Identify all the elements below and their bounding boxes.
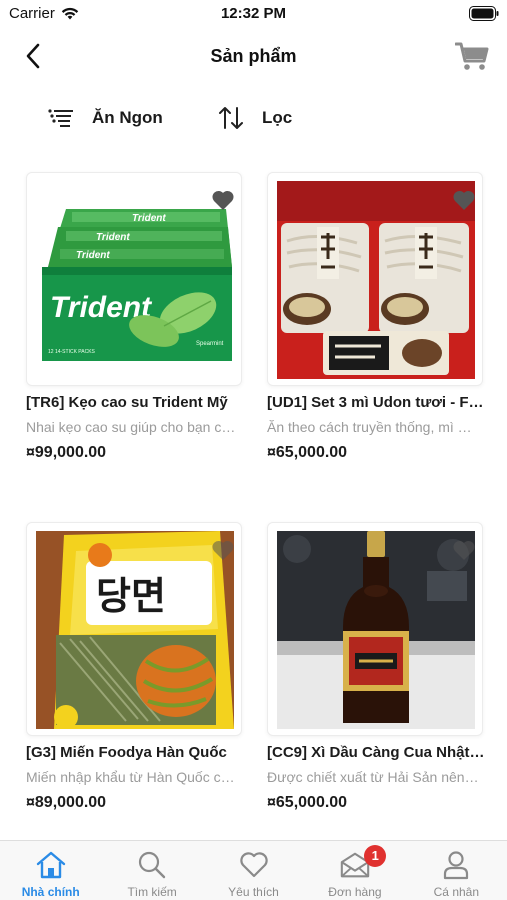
tab-bar: Nhà chính Tìm kiếm Yêu thích 1 Đơn hàng (0, 840, 507, 900)
tab-label: Cá nhân (433, 885, 480, 899)
cart-icon (455, 42, 489, 70)
tab-profile[interactable]: Cá nhân (406, 841, 507, 900)
sort-lines-icon (48, 109, 73, 127)
filter-button[interactable]: Lọc (218, 100, 292, 136)
favorite-heart-icon[interactable] (211, 189, 235, 211)
product-image: Trident Trident Trident Trident Spearmin… (36, 181, 234, 379)
battery-icon (469, 6, 499, 21)
product-name: [G3] Miến Foodya Hàn Quốc (26, 744, 227, 761)
trident-label-low: Trident (76, 250, 110, 261)
favorite-heart-icon[interactable] (452, 539, 476, 561)
tab-favorites[interactable]: Yêu thích (203, 841, 304, 900)
tab-label: Tìm kiếm (127, 885, 177, 899)
product-card[interactable]: Trident Trident Trident Trident Spearmin… (26, 172, 246, 482)
product-description: Miến nhập khẩu từ Hàn Quốc chính hãng (26, 769, 238, 785)
status-bar: Carrier 12:32 PM (0, 0, 507, 30)
sort-label: Ăn Ngon (92, 108, 163, 127)
status-time: 12:32 PM (220, 5, 287, 22)
tab-label: Đơn hàng (328, 885, 382, 899)
gum-flavor-text: Spearmint (196, 341, 224, 347)
product-image: 당면 (36, 531, 234, 729)
trident-label-top: Trident (132, 213, 166, 224)
filter-label: Lọc (262, 108, 293, 127)
product-image-frame (267, 172, 483, 386)
trident-label-mid: Trident (96, 232, 130, 243)
tab-label: Yêu thích (228, 885, 279, 899)
product-description: Được chiết xuất từ Hải Sản nên có vị ngọ… (267, 769, 479, 785)
product-price: ¤99,000.00 (26, 444, 107, 461)
sort-arrows-icon (219, 107, 243, 129)
tab-home[interactable]: Nhà chính (0, 841, 101, 900)
product-image-frame: 당면 (26, 522, 242, 736)
page-title: Sản phẩm (210, 46, 297, 66)
gum-count-text: 12 14-STICK PACKS (48, 349, 96, 355)
product-image-frame (267, 522, 483, 736)
back-button[interactable] (18, 41, 48, 71)
filter-row: Ăn Ngon Lọc (0, 100, 507, 136)
product-description: Ăn theo cách truyền thống, mì udon tươi (267, 419, 479, 435)
product-price: ¤89,000.00 (26, 794, 107, 811)
tab-search[interactable]: Tìm kiếm (101, 841, 202, 900)
favorite-heart-icon[interactable] (452, 189, 476, 211)
product-image (277, 181, 475, 379)
tab-orders[interactable]: 1 Đơn hàng (304, 841, 405, 900)
favorite-heart-icon[interactable] (211, 539, 235, 561)
search-icon (136, 849, 168, 881)
product-name: [TR6] Kẹo cao su Trident Mỹ (26, 394, 228, 411)
product-name: [UD1] Set 3 mì Udon tươi - Fuji (267, 394, 485, 411)
product-card[interactable]: [UD1] Set 3 mì Udon tươi - Fuji Ăn theo … (267, 172, 487, 482)
product-price: ¤65,000.00 (267, 444, 348, 461)
product-card[interactable]: 당면 [G3] Miến Foodya Hàn Quốc Miến nhập k… (26, 522, 246, 832)
product-image-frame: Trident Trident Trident Trident Spearmin… (26, 172, 242, 386)
navigation-bar: Sản phẩm (0, 30, 507, 84)
heart-icon (238, 849, 270, 881)
product-card[interactable]: [CC9] Xì Dầu Càng Cua Nhật Bản Được chiế… (267, 522, 487, 832)
product-price: ¤65,000.00 (267, 794, 348, 811)
chevron-left-icon (26, 43, 40, 69)
home-icon (35, 849, 67, 881)
notification-badge: 1 (364, 845, 387, 867)
cart-button[interactable] (453, 39, 491, 73)
sort-button[interactable]: Ăn Ngon (48, 100, 163, 136)
product-name: [CC9] Xì Dầu Càng Cua Nhật Bản (267, 744, 485, 761)
noodle-brand-text: 당면 (96, 574, 166, 618)
product-image (277, 531, 475, 729)
product-description: Nhai kẹo cao su giúp cho bạn có hơi thở … (26, 419, 238, 435)
tab-label: Nhà chính (21, 885, 80, 899)
user-icon (440, 849, 472, 881)
